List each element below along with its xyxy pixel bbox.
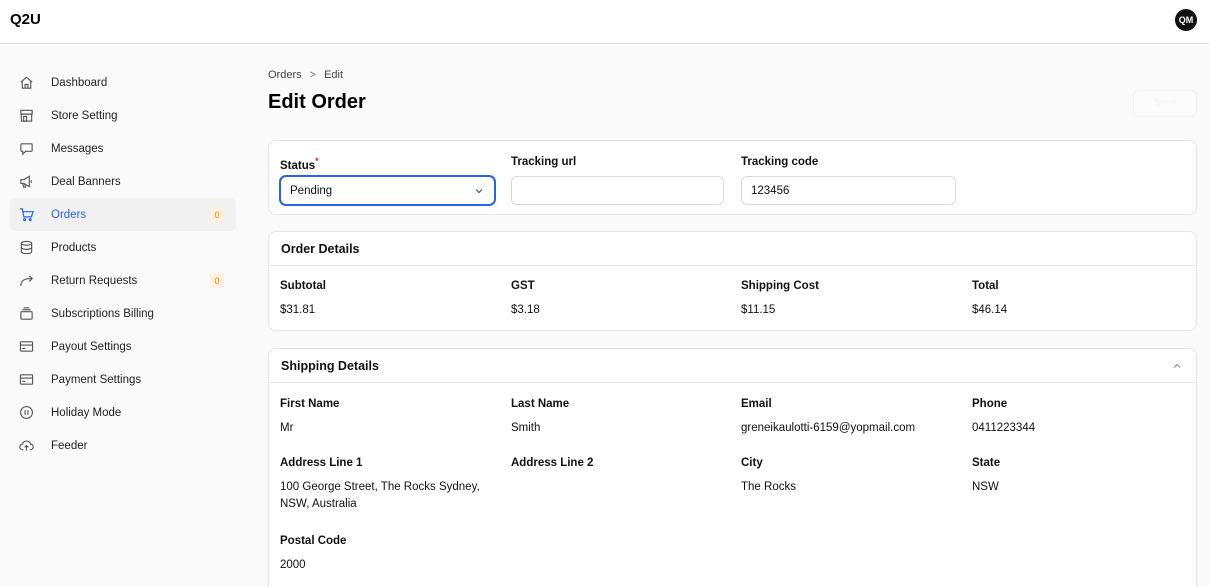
sidebar-item-label: Orders bbox=[51, 208, 87, 221]
sidebar-item-subscriptions-billing[interactable]: Subscriptions Billing bbox=[10, 297, 236, 330]
sidebar-item-label: Payment Settings bbox=[51, 373, 142, 386]
state-label: State bbox=[972, 457, 1001, 469]
state-value: NSW bbox=[972, 481, 999, 493]
last-name-value: Smith bbox=[511, 422, 541, 434]
shipping-details-header[interactable]: Shipping Details bbox=[269, 349, 1196, 383]
gst-label: GST bbox=[511, 280, 535, 292]
chevron-up-icon[interactable] bbox=[1172, 361, 1182, 371]
first-name-label: First Name bbox=[280, 398, 340, 410]
app-logo[interactable]: Q2U bbox=[10, 11, 41, 28]
card-icon bbox=[18, 372, 34, 388]
required-marker: * bbox=[315, 156, 319, 166]
cart-icon bbox=[18, 207, 34, 223]
sidebar-item-label: Deal Banners bbox=[51, 175, 121, 188]
sidebar-item-deal-banners[interactable]: Deal Banners bbox=[10, 165, 236, 198]
first-name-value: Mr bbox=[280, 422, 294, 434]
order-details-title: Order Details bbox=[269, 232, 1196, 266]
sidebar-item-label: Messages bbox=[51, 142, 104, 155]
subtotal-value: $31.81 bbox=[280, 304, 316, 316]
total-value: $46.14 bbox=[972, 304, 1008, 316]
chat-icon bbox=[18, 141, 34, 157]
pause-icon bbox=[18, 405, 34, 421]
home-icon bbox=[18, 75, 34, 91]
orders-count-badge: 0 bbox=[210, 207, 224, 222]
shipping-details-title: Shipping Details bbox=[281, 358, 379, 373]
sidebar-item-messages[interactable]: Messages bbox=[10, 132, 236, 165]
sidebar-item-label: Products bbox=[51, 241, 97, 254]
sidebar-item-label: Payout Settings bbox=[51, 340, 132, 353]
address-line-2-label: Address Line 2 bbox=[511, 457, 594, 469]
shipping-details-card: Shipping Details First Name Mr Last Name… bbox=[268, 348, 1197, 587]
postal-code-label: Postal Code bbox=[280, 535, 347, 547]
save-button[interactable]: Save bbox=[1133, 90, 1197, 117]
sidebar-item-payment-settings[interactable]: Payment Settings bbox=[10, 363, 236, 396]
sidebar-item-label: Dashboard bbox=[51, 76, 108, 89]
shipping-cost-value: $11.15 bbox=[741, 304, 776, 316]
status-select-value: Pending bbox=[290, 184, 333, 197]
tracking-url-label: Tracking url bbox=[511, 156, 577, 168]
sidebar-item-payout-settings[interactable]: Payout Settings bbox=[10, 330, 236, 363]
order-details-card: Order Details Subtotal $31.81 GST $3.18 … bbox=[268, 231, 1197, 331]
sidebar: Dashboard Store Setting Messages Deal Ba… bbox=[10, 66, 236, 462]
sidebar-item-products[interactable]: Products bbox=[10, 231, 236, 264]
page-title: Edit Order bbox=[268, 91, 366, 113]
postal-code-value: 2000 bbox=[280, 559, 306, 571]
tracking-code-label: Tracking code bbox=[741, 156, 819, 168]
sidebar-item-dashboard[interactable]: Dashboard bbox=[10, 66, 236, 99]
card-icon bbox=[18, 339, 34, 355]
return-arrow-icon bbox=[18, 273, 34, 289]
sidebar-item-orders[interactable]: Orders 0 bbox=[10, 198, 236, 231]
city-label: City bbox=[741, 457, 763, 469]
store-icon bbox=[18, 108, 34, 124]
tracking-url-input[interactable] bbox=[511, 176, 724, 205]
last-name-label: Last Name bbox=[511, 398, 570, 410]
breadcrumb-separator: > bbox=[309, 69, 317, 81]
total-label: Total bbox=[972, 280, 999, 292]
database-icon bbox=[18, 240, 34, 256]
status-label: Status* bbox=[280, 156, 319, 172]
status-select[interactable]: Pending bbox=[280, 176, 495, 205]
sidebar-item-label: Feeder bbox=[51, 439, 88, 452]
user-avatar[interactable]: QM bbox=[1175, 9, 1197, 31]
email-value: greneikaulotti-6159@yopmail.com bbox=[741, 422, 916, 434]
sidebar-item-return-requests[interactable]: Return Requests 0 bbox=[10, 264, 236, 297]
order-status-card: Status* Pending Tracking url Tracking co… bbox=[268, 140, 1197, 215]
sidebar-item-label: Return Requests bbox=[51, 274, 138, 287]
gst-value: $3.18 bbox=[511, 304, 540, 316]
phone-value: 0411223344 bbox=[972, 422, 1036, 434]
sidebar-item-feeder[interactable]: Feeder bbox=[10, 429, 236, 462]
megaphone-icon bbox=[18, 174, 34, 190]
breadcrumb-current: Edit bbox=[324, 69, 344, 81]
email-label: Email bbox=[741, 398, 772, 410]
phone-label: Phone bbox=[972, 398, 1008, 410]
cloud-upload-icon bbox=[18, 438, 34, 454]
breadcrumb-orders-link[interactable]: Orders bbox=[268, 69, 302, 81]
address-line-1-value: 100 George Street, The Rocks Sydney, NSW… bbox=[280, 481, 480, 510]
sidebar-item-store-setting[interactable]: Store Setting bbox=[10, 99, 236, 132]
sidebar-item-label: Holiday Mode bbox=[51, 406, 122, 419]
chevron-down-icon bbox=[475, 189, 483, 194]
sidebar-item-label: Store Setting bbox=[51, 109, 118, 122]
subtotal-label: Subtotal bbox=[280, 280, 326, 292]
sidebar-item-holiday-mode[interactable]: Holiday Mode bbox=[10, 396, 236, 429]
stack-icon bbox=[18, 306, 34, 322]
return-requests-count-badge: 0 bbox=[210, 273, 224, 288]
address-line-1-label: Address Line 1 bbox=[280, 457, 363, 469]
sidebar-item-label: Subscriptions Billing bbox=[51, 307, 154, 320]
city-value: The Rocks bbox=[741, 481, 796, 493]
breadcrumb: Orders > Edit bbox=[268, 69, 343, 81]
top-bar: Q2U QM bbox=[0, 0, 1209, 44]
shipping-cost-label: Shipping Cost bbox=[741, 280, 819, 292]
tracking-code-input[interactable]: 123456 bbox=[741, 176, 956, 205]
